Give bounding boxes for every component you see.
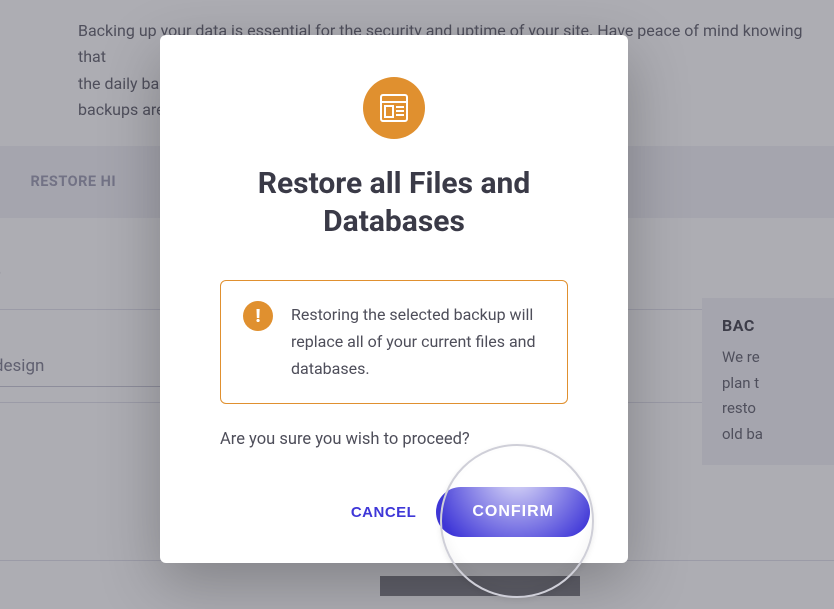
modal-actions: CANCEL CONFIRM [345,487,590,537]
warning-icon: ! [243,301,273,331]
confirm-button[interactable]: CONFIRM [436,487,590,537]
warning-text: Restoring the selected backup will repla… [291,301,545,383]
modal-title: Restore all Files and Databases [220,165,568,240]
warning-box: ! Restoring the selected backup will rep… [220,280,568,404]
proceed-question: Are you sure you wish to proceed? [220,430,568,449]
cancel-button[interactable]: CANCEL [345,494,423,531]
restore-icon [363,77,425,139]
restore-confirm-modal: Restore all Files and Databases ! Restor… [160,35,628,563]
